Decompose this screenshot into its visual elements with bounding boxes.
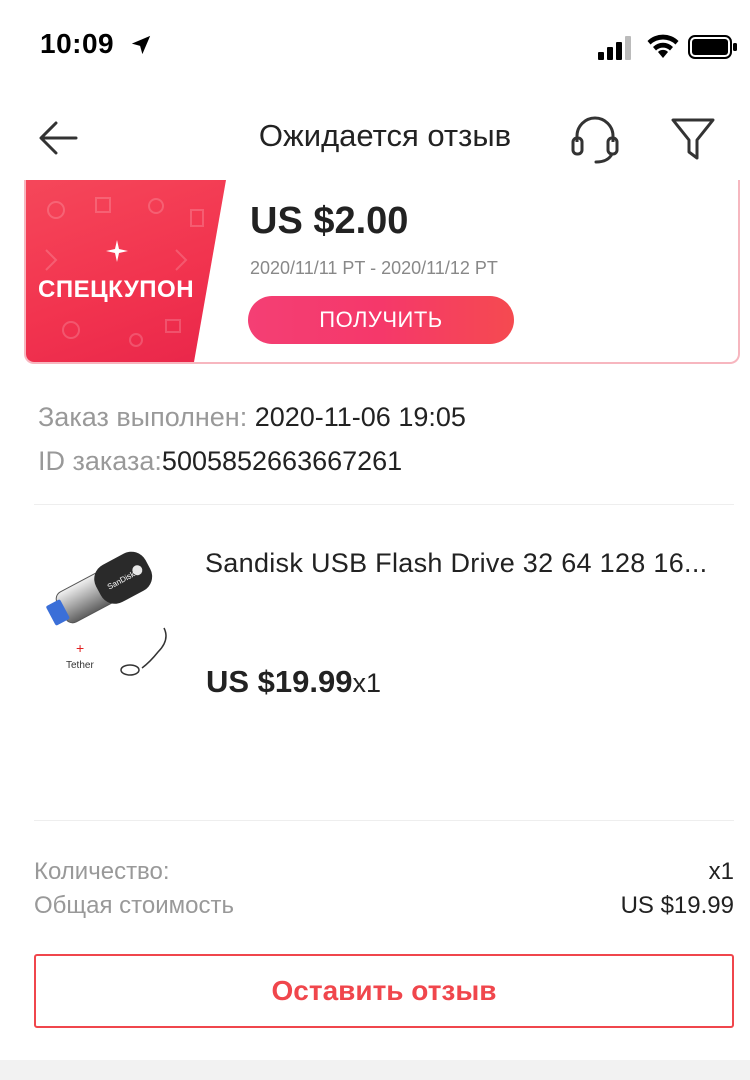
location-arrow-icon	[131, 35, 151, 55]
nav-header: Ожидается отзыв	[0, 96, 750, 180]
headset-support-icon[interactable]	[568, 112, 622, 166]
summary-quantity-label: Количество:	[34, 858, 170, 885]
coupon-card: СПЕЦКУПОН US $2.00 2020/11/11 PT - 2020/…	[24, 180, 740, 364]
sparkle-icon	[106, 240, 128, 262]
wifi-icon	[647, 34, 679, 58]
order-completed-label: Заказ выполнен:	[38, 402, 248, 432]
page-title: Ожидается отзыв	[258, 118, 512, 153]
summary-total-value: US $19.99	[620, 892, 734, 919]
order-id-label: ID заказа:	[38, 446, 162, 476]
svg-text:+: +	[76, 640, 84, 656]
coupon-badge: СПЕЦКУПОН	[26, 180, 226, 362]
battery-icon	[688, 35, 737, 59]
coupon-amount: US $2.00	[250, 200, 409, 242]
cellular-signal-icon	[598, 36, 631, 60]
product-image-caption: Tether	[66, 660, 94, 671]
order-id-line: ID заказа:5005852663667261	[38, 446, 402, 477]
bottom-bar	[0, 1060, 750, 1080]
product-price-line: US $19.99x1	[206, 664, 381, 700]
coupon-pattern-decor	[45, 197, 204, 347]
divider	[34, 820, 734, 821]
order-id-value[interactable]: 5005852663667261	[162, 446, 402, 476]
order-completed-line: Заказ выполнен: 2020-11-06 19:05	[38, 402, 466, 433]
product-quantity: x1	[352, 668, 382, 698]
summary-quantity-row: Количество: x1	[34, 858, 734, 886]
summary-quantity-value: x1	[708, 858, 734, 885]
coupon-type-label: СПЕЦКУПОН	[38, 276, 195, 303]
product-image[interactable]: SanDisk + Tether	[38, 540, 180, 688]
divider	[34, 504, 734, 505]
product-price: US $19.99	[206, 664, 353, 699]
leave-review-button[interactable]: Оставить отзыв	[34, 954, 734, 1028]
summary-total-label: Общая стоимость	[34, 892, 234, 919]
coupon-validity-dates: 2020/11/11 PT - 2020/11/12 PT	[250, 258, 498, 278]
summary-total-row: Общая стоимость US $19.99	[34, 892, 734, 920]
order-completed-value: 2020-11-06 19:05	[247, 402, 466, 432]
filter-icon[interactable]	[668, 112, 718, 164]
product-title[interactable]: Sandisk USB Flash Drive 32 64 128 16...	[205, 548, 735, 579]
status-time: 10:09	[40, 28, 115, 59]
get-coupon-button[interactable]: ПОЛУЧИТЬ	[248, 296, 514, 344]
status-bar: 10:09	[0, 0, 750, 90]
